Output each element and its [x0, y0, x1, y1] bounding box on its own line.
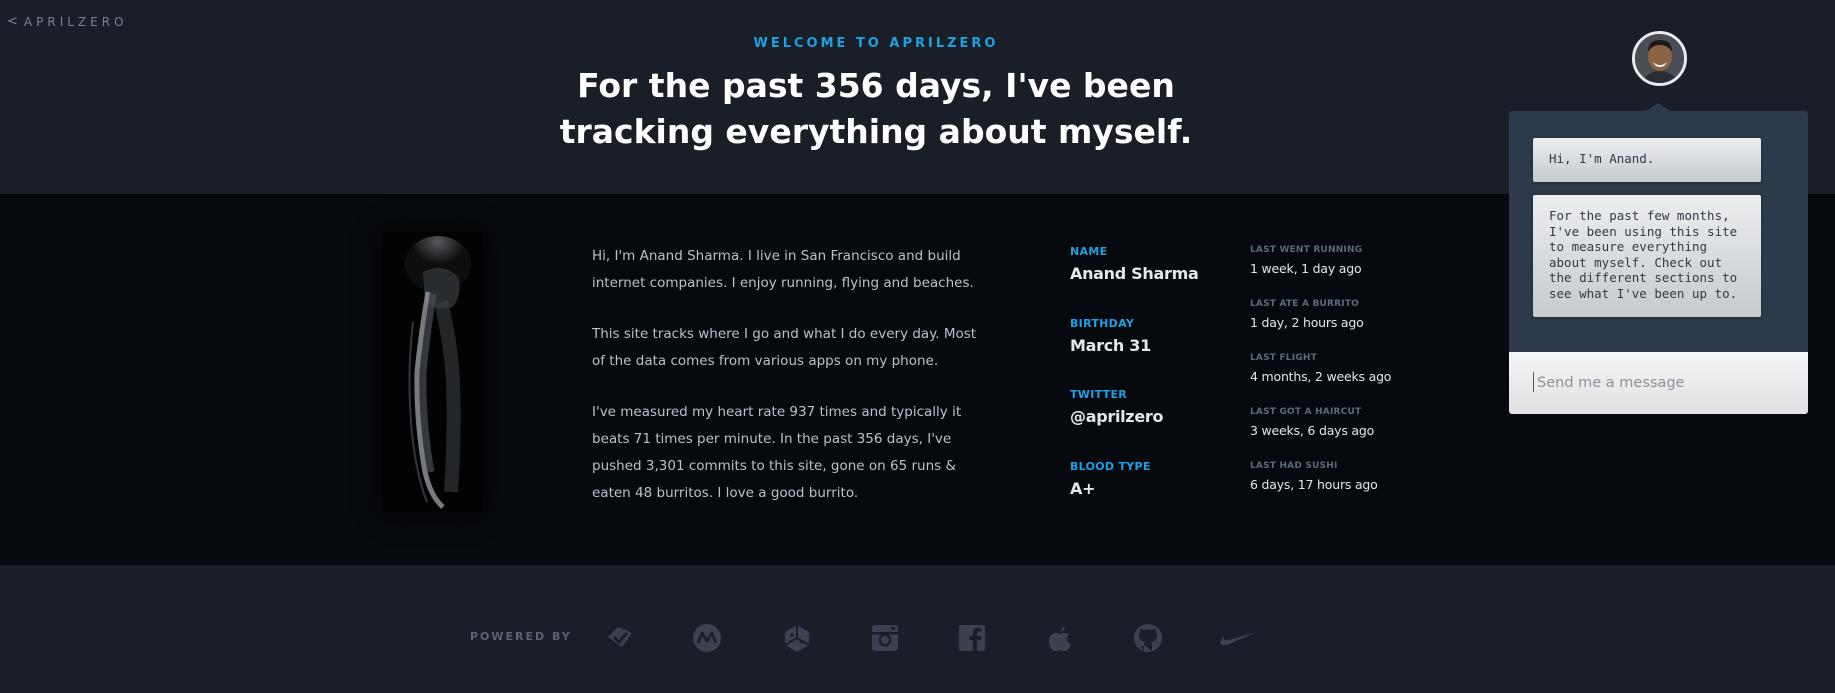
avatar[interactable] — [1632, 31, 1687, 86]
stat-sushi: LAST HAD SUSHI 6 days, 17 hours ago — [1250, 461, 1470, 515]
fact-value: Anand Sharma — [1070, 264, 1199, 283]
twitter-link[interactable]: @aprilzero — [1070, 407, 1230, 426]
chevron-left-icon: < — [7, 14, 18, 29]
stat-value: 1 week, 1 day ago — [1250, 261, 1362, 276]
fact-blood-type: BLOOD TYPE A+ — [1070, 460, 1230, 532]
recent-activity: LAST WENT RUNNING 1 week, 1 day ago LAST… — [1250, 245, 1470, 515]
fact-name: NAME Anand Sharma — [1070, 245, 1230, 317]
fact-value: March 31 — [1070, 335, 1151, 355]
page-title: For the past 356 days, I've been trackin… — [0, 63, 1752, 155]
bio: Hi, I'm Anand Sharma. I live in San Fran… — [592, 243, 992, 531]
stat-label: LAST FLIGHT — [1250, 353, 1317, 363]
stat-label: LAST WENT RUNNING — [1250, 245, 1363, 255]
openpaths-icon[interactable] — [780, 622, 814, 654]
stat-flight: LAST FLIGHT 4 months, 2 weeks ago — [1250, 353, 1470, 407]
chat-message: Hi, I'm Anand. — [1533, 138, 1761, 182]
stat-label: LAST ATE A BURRITO — [1250, 299, 1360, 309]
fact-value: A+ — [1070, 478, 1096, 498]
facebook-icon[interactable] — [955, 622, 989, 654]
avatar-photo — [1635, 34, 1684, 83]
stat-haircut: LAST GOT A HAIRCUT 3 weeks, 6 days ago — [1250, 407, 1470, 461]
profile-facts: NAME Anand Sharma BIRTHDAY March 31 TWIT… — [1070, 245, 1230, 531]
apple-icon[interactable] — [1043, 622, 1077, 654]
spine-mri-graphic — [383, 232, 483, 512]
fact-label: TWITTER — [1070, 388, 1128, 401]
stat-label: LAST GOT A HAIRCUT — [1250, 407, 1362, 417]
chat-message: For the past few months, I've been using… — [1533, 195, 1761, 317]
stat-running: LAST WENT RUNNING 1 week, 1 day ago — [1250, 245, 1470, 299]
bio-paragraph: Hi, I'm Anand Sharma. I live in San Fran… — [592, 248, 974, 291]
stat-value: 4 months, 2 weeks ago — [1250, 369, 1392, 384]
stat-label: LAST HAD SUSHI — [1250, 461, 1338, 471]
stat-burrito: LAST ATE A BURRITO 1 day, 2 hours ago — [1250, 299, 1470, 353]
text-cursor — [1533, 372, 1534, 392]
bio-paragraph: This site tracks where I go and what I d… — [592, 326, 977, 369]
message-input[interactable] — [1509, 352, 1808, 414]
bio-paragraph: I've measured my heart rate 937 times an… — [592, 404, 962, 501]
github-icon[interactable] — [1131, 622, 1165, 654]
chat-caret — [1646, 103, 1670, 111]
instagram-icon[interactable] — [868, 622, 902, 654]
nike-icon[interactable] — [1215, 622, 1259, 654]
stat-value: 3 weeks, 6 days ago — [1250, 423, 1375, 438]
fact-birthday: BIRTHDAY March 31 — [1070, 317, 1230, 389]
page-title-line-2: tracking everything about myself. — [559, 112, 1193, 151]
powered-by-label: POWERED BY — [470, 630, 572, 643]
moves-icon[interactable] — [690, 622, 724, 654]
stat-value: 1 day, 2 hours ago — [1250, 315, 1364, 330]
back-link-label: APRILZERO — [23, 14, 128, 29]
foursquare-icon[interactable] — [603, 622, 637, 654]
fact-label: BLOOD TYPE — [1070, 459, 1151, 473]
fact-twitter: TWITTER @aprilzero — [1070, 388, 1230, 460]
page-title-line-1: For the past 356 days, I've been — [577, 66, 1175, 105]
fact-label: BIRTHDAY — [1070, 316, 1135, 330]
spine-mri-image — [383, 232, 483, 512]
stat-value: 6 days, 17 hours ago — [1250, 477, 1378, 492]
chat-widget: Hi, I'm Anand. For the past few months, … — [1509, 111, 1808, 414]
welcome-kicker: WELCOME TO APRILZERO — [753, 36, 999, 51]
back-link[interactable]: < APRILZERO — [7, 14, 128, 29]
fact-label: NAME — [1070, 245, 1108, 258]
